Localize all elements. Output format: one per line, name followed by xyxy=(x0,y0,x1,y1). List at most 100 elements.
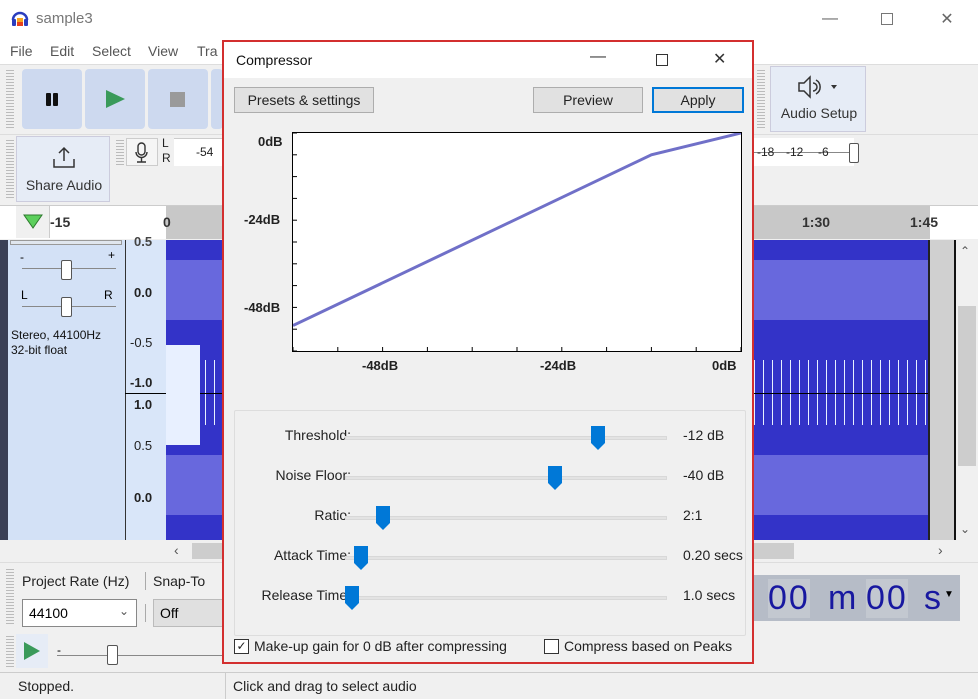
dialog-close-button[interactable]: ✕ xyxy=(713,49,726,69)
apply-button[interactable]: Apply xyxy=(652,87,744,113)
scale-label: 0.0 xyxy=(134,490,153,505)
slider-value: 1.0 secs xyxy=(683,587,736,603)
status-right: Click and drag to select audio xyxy=(233,678,417,694)
toolbar-grip[interactable] xyxy=(116,138,124,166)
pan-slider[interactable] xyxy=(61,297,72,317)
slider-thumb[interactable] xyxy=(591,426,606,450)
scroll-up-icon[interactable]: ⌃ xyxy=(960,244,970,258)
menu-view[interactable]: View xyxy=(148,43,178,59)
dialog-minimize-button[interactable]: — xyxy=(590,48,606,66)
timeline-tick: -15 xyxy=(50,214,71,230)
dialog-maximize-button[interactable] xyxy=(656,54,668,66)
playback-volume-slider[interactable] xyxy=(849,143,859,163)
playback-meter[interactable]: -18 -12 -6 xyxy=(754,138,859,166)
audio-setup-label: Audio Setup xyxy=(780,105,858,121)
snap-to-label: Snap-To xyxy=(153,573,206,589)
checkbox-label: Compress based on Peaks xyxy=(564,638,733,654)
track-control-panel[interactable]: - + L R Stereo, 44100Hz 32-bit float xyxy=(8,240,126,540)
play-speed-track xyxy=(57,655,222,656)
stop-button[interactable] xyxy=(148,69,208,129)
slider-thumb[interactable] xyxy=(375,506,390,530)
menu-edit[interactable]: Edit xyxy=(50,43,74,59)
project-rate-select[interactable]: 44100 ⌄ xyxy=(22,599,137,627)
toolbar-grip[interactable] xyxy=(6,567,14,625)
minimize-button[interactable]: — xyxy=(815,8,845,30)
compress-peaks-checkbox[interactable]: Compress based on Peaks xyxy=(544,638,732,654)
close-button[interactable]: ✕ xyxy=(932,8,962,30)
toolbar-grip[interactable] xyxy=(757,68,765,130)
slider-track[interactable] xyxy=(345,516,667,520)
meter-tick: -18 xyxy=(757,145,775,159)
close-icon: ✕ xyxy=(940,11,954,28)
menu-file[interactable]: File xyxy=(10,43,33,59)
project-rate-value: 44100 xyxy=(29,605,68,621)
share-audio-button[interactable]: Share Audio xyxy=(16,136,110,202)
maximize-button[interactable] xyxy=(872,8,902,30)
slider-value: 0.20 secs xyxy=(683,547,743,563)
track-info: Stereo, 44100Hz 32-bit float xyxy=(11,328,102,357)
microphone-icon xyxy=(135,142,148,163)
preview-button[interactable]: Preview xyxy=(533,87,643,113)
slider-row-release-time: Release Time: 1.0 secs xyxy=(235,579,745,619)
slider-value: -12 dB xyxy=(683,427,725,443)
waveform-clipped-region xyxy=(166,395,200,445)
meter-tick: -12 xyxy=(786,145,804,159)
snap-to-select[interactable]: Off xyxy=(153,599,223,627)
time-format-dropdown-icon[interactable]: ▼ xyxy=(944,589,954,600)
time-seconds: 00 xyxy=(866,579,908,618)
scroll-down-icon[interactable]: ⌄ xyxy=(960,522,970,536)
amplitude-scale[interactable]: 0.5 0.0 -0.5 -1.0 1.0 0.5 0.0 xyxy=(125,234,166,540)
vertical-scrollbar[interactable]: ⌃ ⌄ xyxy=(956,240,978,540)
checkbox-label: Make-up gain for 0 dB after compressing xyxy=(254,638,507,654)
dialog-title: Compressor xyxy=(236,52,313,68)
toolbar-grip[interactable] xyxy=(6,68,14,130)
status-bar xyxy=(0,672,978,699)
compressor-dialog: Compressor — ✕ Presets & settings Previe… xyxy=(222,40,754,664)
compressor-settings: Threshold: -12 dB Noise Floor: -40 dB Ratio:… xyxy=(234,410,746,636)
checkbox-box[interactable] xyxy=(544,638,559,654)
play-icon xyxy=(24,642,40,660)
pause-button[interactable] xyxy=(22,69,82,129)
chevron-down-icon: ⌄ xyxy=(119,604,130,618)
slider-label: Release Time: xyxy=(261,587,351,603)
scroll-right-icon[interactable]: › xyxy=(938,542,943,558)
x-tick-label: 0dB xyxy=(712,358,737,373)
play-at-speed-button[interactable] xyxy=(16,634,48,668)
toolbar-grip[interactable] xyxy=(6,138,14,200)
slider-label: Attack Time: xyxy=(273,547,351,563)
gain-slider[interactable] xyxy=(61,260,72,280)
makeup-gain-checkbox[interactable]: ✓ Make-up gain for 0 dB after compressin… xyxy=(234,638,507,654)
play-head-button[interactable] xyxy=(16,206,50,238)
time-display[interactable]: 00 m 00 s ▼ xyxy=(754,575,960,621)
audacity-logo-icon xyxy=(10,9,30,29)
play-speed-slider[interactable] xyxy=(107,645,118,665)
menu-transport[interactable]: Tra xyxy=(197,43,217,59)
dialog-title-bar[interactable]: Compressor — ✕ xyxy=(224,42,752,78)
pan-left-label: L xyxy=(21,288,28,302)
vertical-scroll-thumb[interactable] xyxy=(958,306,976,466)
scroll-left-icon[interactable]: ‹ xyxy=(174,542,179,558)
minimize-icon: — xyxy=(822,10,838,27)
timeline-tick: 1:45 xyxy=(910,214,939,230)
play-button[interactable] xyxy=(85,69,145,129)
slider-thumb[interactable] xyxy=(354,546,369,570)
presets-settings-button[interactable]: Presets & settings xyxy=(234,87,374,113)
slider-row-attack-time: Attack Time: 0.20 secs xyxy=(235,539,745,579)
record-meter-button[interactable] xyxy=(126,138,158,166)
slider-thumb[interactable] xyxy=(345,586,359,610)
record-meter-channels: LR xyxy=(162,136,171,165)
slider-track[interactable] xyxy=(345,556,667,560)
scale-label: 0.0 xyxy=(134,285,153,300)
horizontal-scroll-thumb[interactable] xyxy=(192,543,226,559)
pan-right-label: R xyxy=(104,288,113,302)
toolbar-grip[interactable] xyxy=(6,634,14,668)
track-title-bar[interactable] xyxy=(10,240,122,245)
compression-curve-chart xyxy=(292,131,742,352)
audio-setup-button[interactable]: Audio Setup xyxy=(770,66,866,132)
checkbox-box[interactable]: ✓ xyxy=(234,638,249,654)
slider-track[interactable] xyxy=(345,596,667,600)
menu-select[interactable]: Select xyxy=(92,43,131,59)
slider-track[interactable] xyxy=(345,436,667,440)
slider-track[interactable] xyxy=(345,476,667,480)
slider-thumb[interactable] xyxy=(548,466,563,490)
